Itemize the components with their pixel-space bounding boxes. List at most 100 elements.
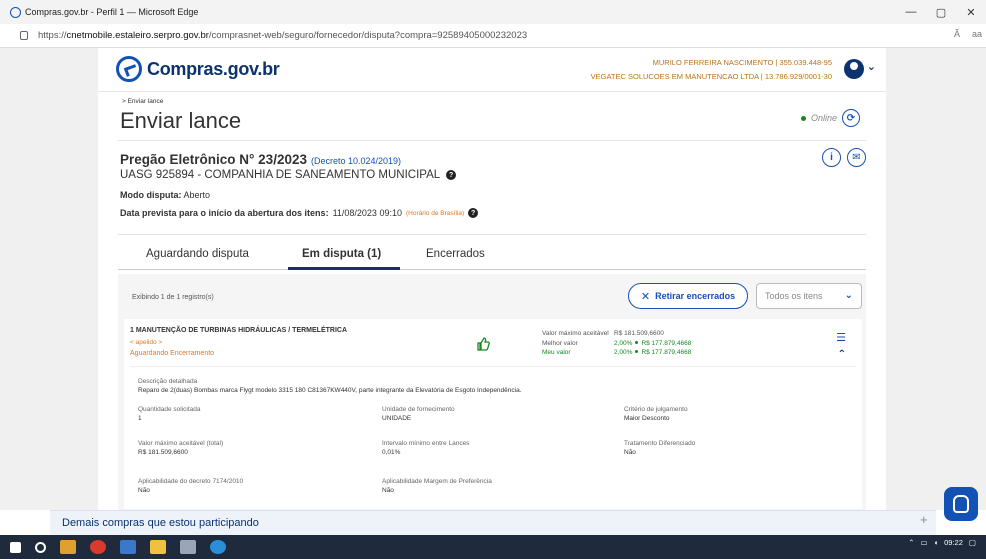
system-tray: ⌃ ▭ ◖ 09:22 ▢	[908, 538, 976, 547]
close-icon: ✕	[640, 290, 651, 303]
list-details-icon[interactable]: ☰	[836, 331, 846, 344]
file-explorer-icon[interactable]	[150, 540, 166, 554]
item-status: Aguardando Encerramento	[130, 350, 215, 357]
quantidade-block: Quantidade solicitada 1	[138, 405, 201, 423]
user-name: MURILO FERREIRA NASCIMENTO | 355.039.448…	[652, 58, 832, 67]
melhor-valor-label: Melhor valor	[542, 339, 578, 347]
valor-max-total-label: Valor máximo aceitável (total)	[138, 440, 224, 447]
criterio-block: Critério de julgamento Maior Desconto	[624, 405, 688, 423]
dot-icon	[635, 350, 639, 353]
address-bar[interactable]: https://cnetmobile.estaleiro.serpro.gov.…	[0, 24, 986, 48]
notifications-icon[interactable]: ▢	[969, 538, 976, 547]
data-prevista: Data prevista para o início da abertura …	[120, 208, 479, 218]
help-icon[interactable]: ?	[468, 208, 479, 218]
retirar-label: Retirar encerrados	[655, 291, 736, 301]
meu-valor-label: Meu valor	[542, 349, 571, 356]
pregao-title: Pregão Eletrônico N° 23/2023 (Decreto 10.…	[120, 152, 401, 167]
data-value: 11/08/2023 09:10	[332, 208, 402, 218]
url-path: /comprasnet-web/seguro/fornecedor/disput…	[208, 30, 528, 41]
page-title: Enviar lance	[120, 108, 242, 133]
aplic-margem-value: Não	[382, 487, 394, 494]
volume-icon[interactable]: ◖	[934, 538, 939, 547]
text-size-icon[interactable]: aa	[972, 29, 982, 39]
accessibility-button[interactable]	[944, 487, 978, 521]
url-prefix: https://	[38, 30, 67, 41]
app-icon[interactable]	[120, 540, 136, 554]
help-icon[interactable]: ?	[446, 170, 457, 180]
aplic-decreto-block: Aplicabilidade do decreto 7174/2010 Não	[138, 477, 243, 495]
modo-disputa: Modo disputa: Aberto	[120, 190, 210, 200]
search-icon[interactable]	[35, 541, 46, 553]
tratamento-value: Não	[624, 449, 636, 456]
refresh-icon[interactable]: ⟳	[842, 109, 860, 127]
retirar-encerrados-button[interactable]: ✕ Retirar encerrados	[628, 283, 748, 309]
breadcrumb[interactable]: > Enviar lance	[122, 98, 163, 105]
divider	[130, 366, 856, 367]
quantidade-value: 1	[138, 415, 142, 422]
edge-icon[interactable]	[210, 540, 226, 554]
opera-icon[interactable]	[90, 540, 106, 554]
window-title: Compras.gov.br - Perfil 1 — Microsoft Ed…	[25, 7, 199, 17]
unidade-value: UNIDADE	[382, 415, 412, 422]
uasg-line: UASG 925894 - COMPANHIA DE SANEAMENTO MU…	[120, 169, 457, 181]
chevron-down-icon[interactable]: ⌄	[867, 60, 876, 73]
close-button[interactable]: ✕	[956, 0, 986, 24]
chevron-up-icon[interactable]: ⌃	[838, 349, 846, 360]
valor-max-total-block: Valor máximo aceitável (total) R$ 181.50…	[138, 439, 223, 457]
decreto-link[interactable]: (Decreto 10.024/2019)	[311, 156, 401, 166]
item-title: 1 MANUTENÇÃO DE TURBINAS HIDRÁULICAS / T…	[130, 327, 347, 334]
tab-aguardando-disputa[interactable]: Aguardando disputa	[146, 248, 249, 260]
criterio-label: Critério de julgamento	[624, 406, 688, 413]
site-header: Compras.gov.br MURILO FERREIRA NASCIMENT…	[98, 48, 886, 92]
lock-icon	[20, 31, 28, 40]
filter-value: Todos os itens	[765, 291, 823, 301]
app-icon[interactable]	[60, 540, 76, 554]
tratamento-block: Tratamento Diferenciado Não	[624, 439, 695, 457]
page-content: Compras.gov.br MURILO FERREIRA NASCIMENT…	[98, 48, 886, 510]
user-info: MURILO FERREIRA NASCIMENTO | 355.039.448…	[591, 56, 832, 84]
minimize-button[interactable]: —	[896, 0, 926, 24]
compras-logo[interactable]: Compras.gov.br	[116, 56, 280, 82]
item-nickname-link[interactable]: < apelido >	[130, 339, 162, 346]
app-icon[interactable]	[180, 540, 196, 554]
intervalo-value: 0,01%	[382, 449, 401, 456]
disputa-tabs: Aguardando disputa Em disputa (1) Encerr…	[118, 244, 866, 270]
data-label: Data prevista para o início da abertura …	[120, 208, 329, 218]
mail-icon[interactable]: ✉	[847, 148, 866, 167]
online-dot-icon	[800, 115, 806, 121]
chevron-up-icon[interactable]: ⌃	[908, 538, 914, 547]
windows-start-icon[interactable]	[10, 541, 21, 553]
window-controls: — ▢ ✕	[896, 0, 986, 24]
aplic-margem-block: Aplicabilidade Margem de Preferência Não	[382, 477, 492, 495]
meu-valor-value: R$ 177.879,4668	[641, 349, 692, 356]
edge-tab-icon	[10, 6, 21, 18]
chevron-down-icon: ⌄	[844, 290, 853, 301]
plus-icon[interactable]: +	[920, 512, 928, 527]
tab-encerrados[interactable]: Encerrados	[426, 248, 485, 260]
tratamento-label: Tratamento Diferenciado	[624, 440, 696, 447]
windows-taskbar: ⌃ ▭ ◖ 09:22 ▢	[0, 535, 986, 559]
item-card: 1 MANUTENÇÃO DE TURBINAS HIDRÁULICAS / T…	[124, 319, 862, 509]
valor-max-label: Valor máximo aceitável	[542, 330, 609, 337]
page-viewport: Compras.gov.br MURILO FERREIRA NASCIMENT…	[0, 48, 986, 510]
pregao-number: Pregão Eletrônico N° 23/2023	[120, 152, 307, 167]
read-aloud-icon[interactable]: Ã	[954, 29, 960, 39]
tab-em-disputa[interactable]: Em disputa (1)	[302, 248, 381, 260]
hand-icon	[953, 495, 969, 513]
compras-logo-icon	[116, 56, 142, 82]
meu-pct: 2,00%	[614, 349, 633, 356]
aplic-margem-label: Aplicabilidade Margem de Preferência	[382, 478, 492, 485]
url-host: cnetmobile.estaleiro.serpro.gov.br	[66, 30, 209, 41]
network-icon[interactable]: ▭	[921, 538, 928, 547]
divider	[118, 140, 866, 141]
items-filter-select[interactable]: Todos os itens ⌄	[756, 283, 862, 309]
intervalo-label: Intervalo mínimo entre Lances	[382, 440, 470, 447]
info-icon[interactable]: i	[822, 148, 841, 167]
maximize-button[interactable]: ▢	[926, 0, 956, 24]
item-values: Valor máximo aceitável R$ 181.509,6600 Me…	[542, 329, 691, 358]
user-avatar-icon[interactable]	[844, 59, 864, 79]
online-status: Online ⟳	[800, 109, 860, 127]
demais-compras-bar[interactable]: Demais compras que estou participando	[50, 510, 936, 535]
clock[interactable]: 09:22	[944, 538, 963, 547]
unidade-block: Unidade de fornecimento UNIDADE	[382, 405, 455, 423]
